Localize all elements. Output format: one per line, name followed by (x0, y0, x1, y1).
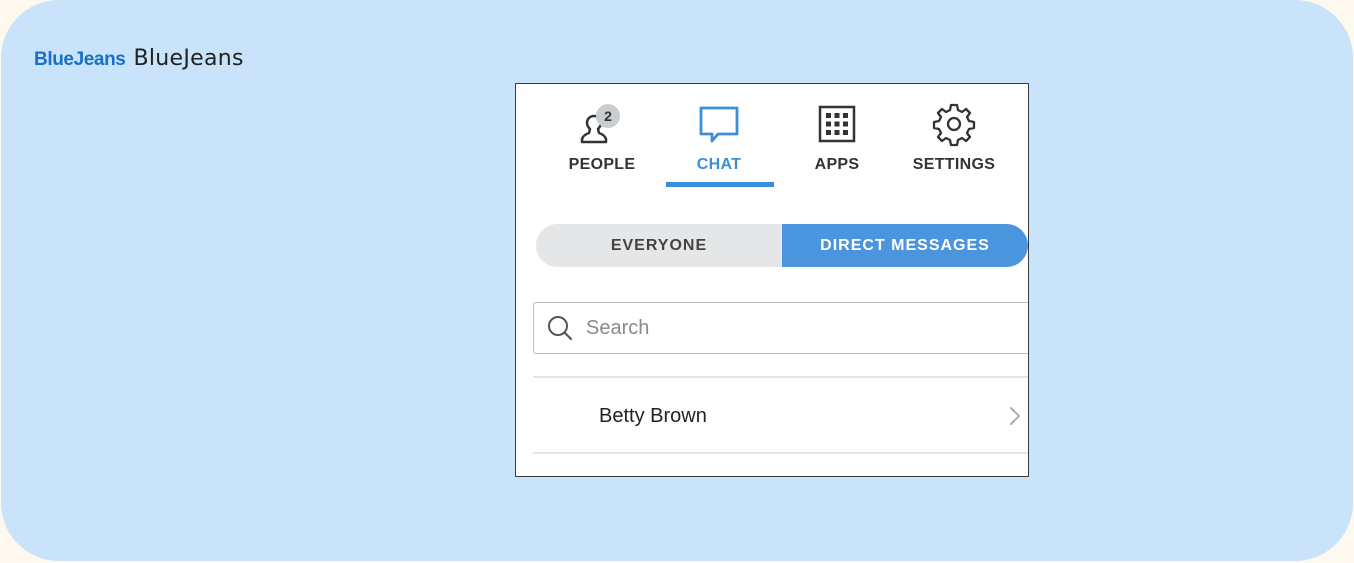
message-scope-toggle: EVERYONE DIRECT MESSAGES (536, 224, 1028, 267)
search-box (533, 302, 1028, 354)
bluejeans-logo: BlueJeans (34, 49, 126, 70)
tab-label-chat: CHAT (696, 156, 742, 173)
chevron-right-icon (1010, 407, 1020, 425)
search-icon (548, 316, 573, 341)
search-input[interactable] (584, 315, 1008, 341)
tab-apps[interactable]: APPS (782, 102, 892, 174)
tab-chat[interactable]: CHAT (664, 102, 774, 174)
segment-everyone[interactable]: EVERYONE (536, 224, 782, 267)
tab-bar: 2 PEOPLE CHAT APPS SETTINGS (516, 84, 1028, 194)
chat-icon (699, 106, 739, 143)
brand-header: BlueJeans BlueJeans (34, 46, 244, 71)
tab-settings[interactable]: SETTINGS (899, 102, 1009, 174)
tab-label-people: PEOPLE (568, 156, 636, 173)
tab-label-settings: SETTINGS (912, 156, 996, 173)
chat-panel: 2 PEOPLE CHAT APPS SETTINGS EVERYONE DIR… (515, 83, 1029, 477)
segment-direct-messages[interactable]: DIRECT MESSAGES (782, 224, 1028, 267)
list-divider-bottom (533, 452, 1028, 454)
tab-people[interactable]: 2 PEOPLE (547, 102, 657, 174)
brand-name: BlueJeans (133, 46, 244, 71)
people-icon: 2 (580, 104, 620, 144)
conversation-name: Betty Brown (599, 404, 707, 427)
apps-grid-icon (818, 105, 856, 143)
list-item[interactable]: Betty Brown (533, 380, 1028, 452)
active-tab-indicator (666, 182, 774, 187)
tab-label-apps: APPS (814, 156, 860, 173)
gear-icon (932, 103, 976, 147)
list-divider-top (533, 376, 1028, 378)
people-count-badge: 2 (604, 108, 612, 124)
